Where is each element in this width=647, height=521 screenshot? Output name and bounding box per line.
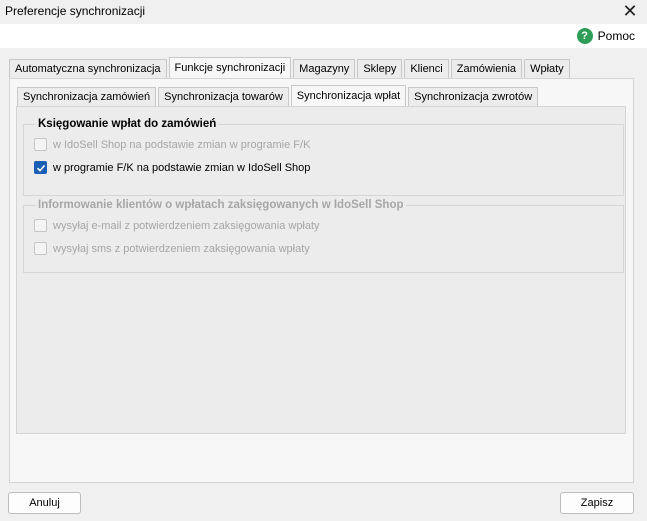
cancel-button[interactable]: Anuluj bbox=[8, 492, 81, 514]
tab-shops[interactable]: Sklepy bbox=[357, 59, 403, 78]
checkbox-posting-in-fk[interactable] bbox=[34, 161, 47, 174]
option-posting-in-fk-label: w programie F/K na podstawie zmian w Ido… bbox=[53, 161, 311, 174]
subtab-returns-sync[interactable]: Synchronizacja zwrotów bbox=[408, 87, 539, 106]
option-send-email: wysyłaj e-mail z potwierdzeniem zaksięgo… bbox=[34, 219, 320, 232]
option-send-sms: wysyłaj sms z potwierdzeniem zaksięgowan… bbox=[34, 242, 310, 255]
subtab-orders-sync[interactable]: Synchronizacja zamówień bbox=[17, 87, 157, 106]
checkbox-send-sms[interactable] bbox=[34, 242, 47, 255]
tab-orders[interactable]: Zamówienia bbox=[450, 59, 523, 78]
tab-payments[interactable]: Wpłaty bbox=[524, 59, 570, 78]
option-posting-in-fk[interactable]: w programie F/K na podstawie zmian w Ido… bbox=[34, 161, 310, 174]
save-button[interactable]: Zapisz bbox=[560, 492, 634, 514]
subtab-payments-sync[interactable]: Synchronizacja wpłat bbox=[290, 85, 407, 106]
tab-automatic-sync[interactable]: Automatyczna synchronizacja bbox=[9, 59, 167, 78]
tab-sync-functions[interactable]: Funkcje synchronizacji bbox=[168, 57, 292, 78]
notify-group-title: Informowanie klientów o wpłatach zaksięg… bbox=[38, 199, 404, 211]
tab-warehouses[interactable]: Magazyny bbox=[293, 59, 356, 78]
check-icon bbox=[36, 164, 45, 172]
posting-group-title: Księgowanie wpłat do zamówień bbox=[38, 118, 217, 130]
close-icon[interactable]: ✕ bbox=[619, 0, 641, 22]
sub-tab-strip: Synchronizacja zamówień Synchronizacja t… bbox=[17, 85, 540, 107]
help-label: Pomoc bbox=[597, 29, 635, 43]
checkbox-send-email[interactable] bbox=[34, 219, 47, 232]
option-send-sms-label: wysyłaj sms z potwierdzeniem zaksięgowan… bbox=[53, 242, 310, 255]
help-bar: ? Pomoc bbox=[0, 24, 647, 48]
option-posting-in-idosell-label: w IdoSell Shop na podstawie zmian w prog… bbox=[53, 138, 311, 151]
checkbox-posting-in-idosell[interactable] bbox=[34, 138, 47, 151]
subtab-products-sync[interactable]: Synchronizacja towarów bbox=[158, 87, 289, 106]
main-tab-strip: Automatyczna synchronizacja Funkcje sync… bbox=[9, 57, 572, 79]
option-send-email-label: wysyłaj e-mail z potwierdzeniem zaksięgo… bbox=[53, 219, 320, 232]
tab-clients[interactable]: Klienci bbox=[404, 59, 449, 78]
option-posting-in-idosell: w IdoSell Shop na podstawie zmian w prog… bbox=[34, 138, 310, 151]
help-button[interactable]: ? Pomoc bbox=[576, 27, 635, 45]
help-icon: ? bbox=[576, 28, 593, 44]
window-title: Preferencje synchronizacji bbox=[5, 4, 146, 18]
notify-group: Informowanie klientów o wpłatach zaksięg… bbox=[23, 199, 624, 273]
title-bar: Preferencje synchronizacji ✕ bbox=[0, 0, 647, 24]
posting-group: Księgowanie wpłat do zamówień bbox=[23, 118, 624, 196]
